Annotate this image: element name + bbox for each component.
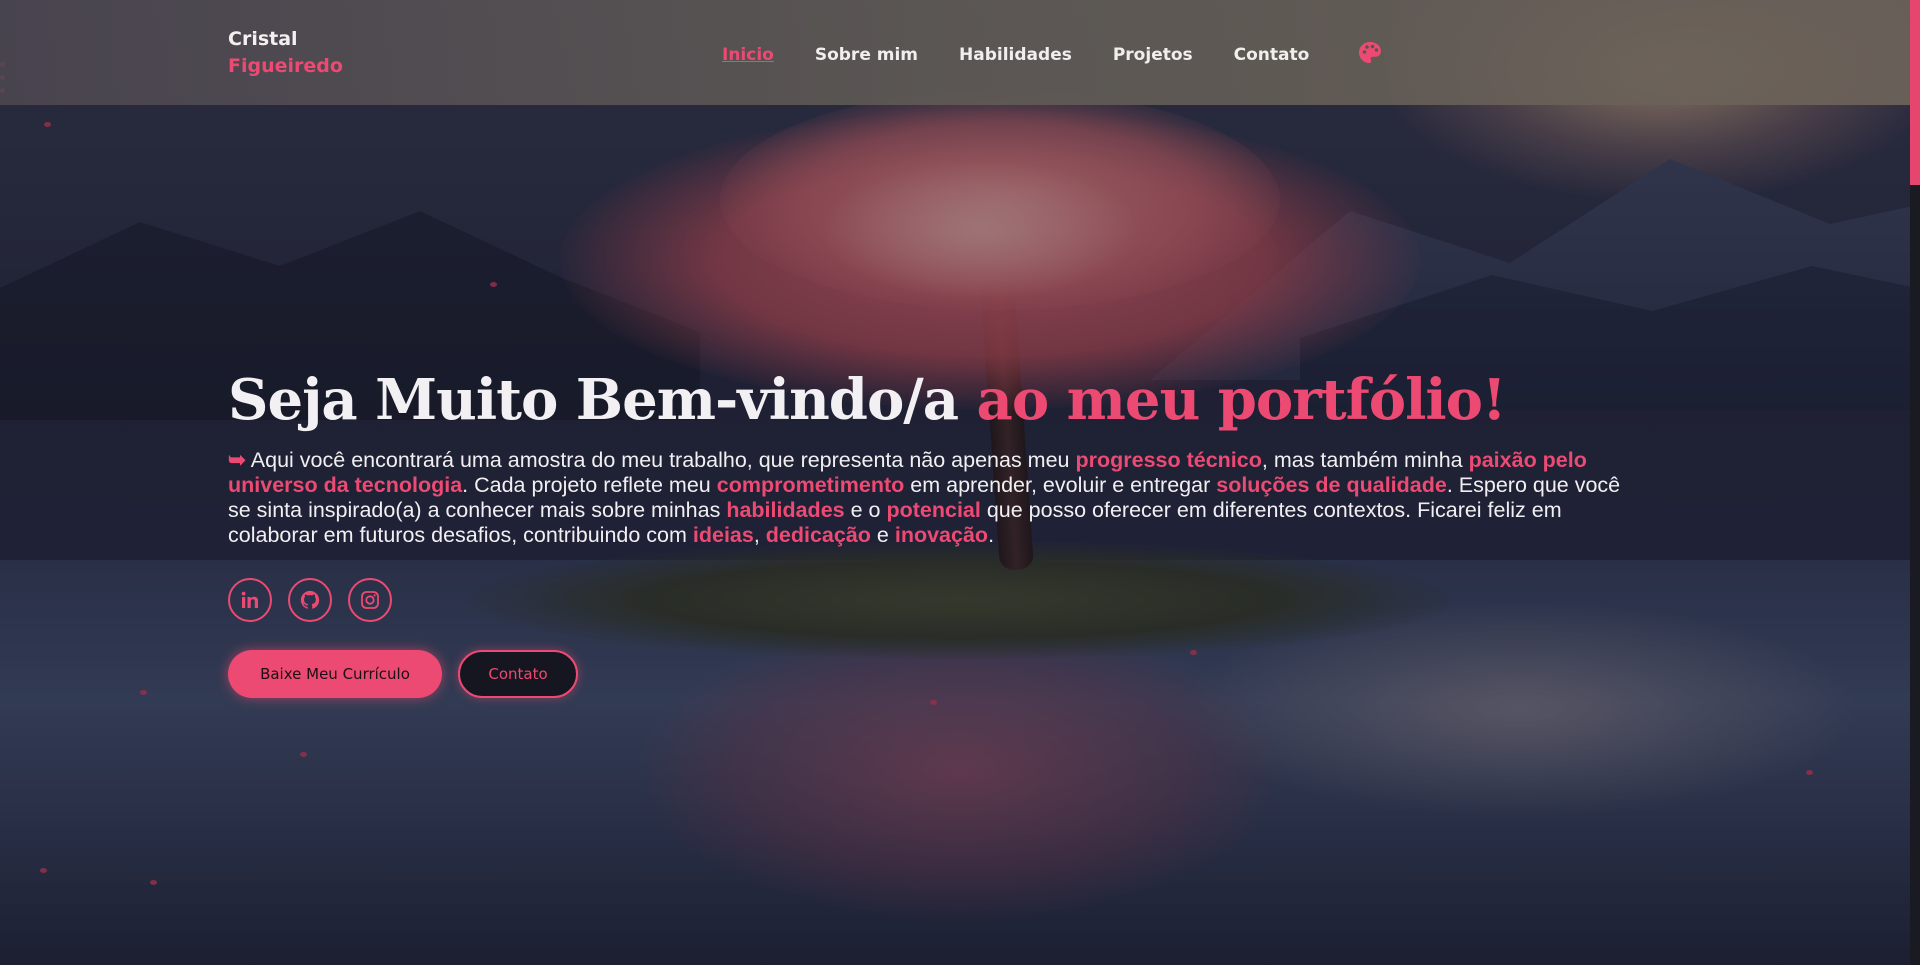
nav-item-habilidades[interactable]: Habilidades <box>959 44 1072 66</box>
intro-text: e o <box>844 498 887 522</box>
hero-intro: ➥ Aqui você encontrará uma amostra do me… <box>228 448 1628 548</box>
intro-highlight: inovação <box>894 523 989 547</box>
instagram-icon <box>361 591 379 609</box>
github-icon <box>300 590 320 609</box>
scrollbar-thumb[interactable] <box>1910 0 1920 185</box>
intro-text: , mas também minha <box>1261 448 1469 472</box>
intro-highlight: progresso técnico <box>1075 448 1262 472</box>
intro-text: , <box>753 523 766 547</box>
intro-text: em aprender, evoluir e entregar <box>904 473 1217 497</box>
hero-title-highlight: ao meu portfólio! <box>976 367 1507 433</box>
intro-text: . Cada projeto reflete meu <box>462 473 717 497</box>
intro-highlight: ideias <box>692 523 754 547</box>
intro-text: Aqui você encontrará uma amostra do meu … <box>246 448 1076 472</box>
social-links <box>228 578 392 622</box>
page-scrollbar[interactable] <box>1910 0 1920 965</box>
nav-item-contato[interactable]: Contato <box>1234 44 1310 66</box>
download-cv-button[interactable]: Baixe Meu Currículo <box>228 650 442 698</box>
palette-icon[interactable] <box>1357 40 1383 66</box>
logo-last-name: Figueiredo <box>228 55 343 77</box>
site-header: Cristal Figueiredo Inicio Sobre mim Habi… <box>0 0 1910 105</box>
intro-highlight: soluções de qualidade <box>1216 473 1447 497</box>
intro-text: . <box>988 523 995 547</box>
intro-highlight: dedicação <box>765 523 871 547</box>
nav-item-inicio[interactable]: Inicio <box>722 44 774 66</box>
contact-button[interactable]: Contato <box>458 650 578 698</box>
hero-title: Seja Muito Bem-vindo/a ao meu portfólio! <box>228 362 1507 438</box>
instagram-link[interactable] <box>348 578 392 622</box>
intro-highlight: potencial <box>886 498 981 522</box>
github-link[interactable] <box>288 578 332 622</box>
intro-highlight: habilidades <box>726 498 845 522</box>
intro-text: e <box>870 523 895 547</box>
nav-item-sobre-mim[interactable]: Sobre mim <box>815 44 918 66</box>
logo-first-name: Cristal <box>228 28 298 50</box>
hero-title-plain: Seja Muito Bem-vindo/a <box>228 367 959 433</box>
intro-highlight: comprometimento <box>716 473 905 497</box>
hero-actions: Baixe Meu Currículo Contato <box>228 650 578 698</box>
arrow-icon: ➥ <box>228 448 247 472</box>
linkedin-link[interactable] <box>228 578 272 622</box>
site-logo[interactable]: Cristal Figueiredo <box>228 26 343 80</box>
linkedin-icon <box>241 591 258 608</box>
nav-item-projetos[interactable]: Projetos <box>1113 44 1193 66</box>
main-nav: Inicio Sobre mim Habilidades Projetos Co… <box>722 44 1309 66</box>
